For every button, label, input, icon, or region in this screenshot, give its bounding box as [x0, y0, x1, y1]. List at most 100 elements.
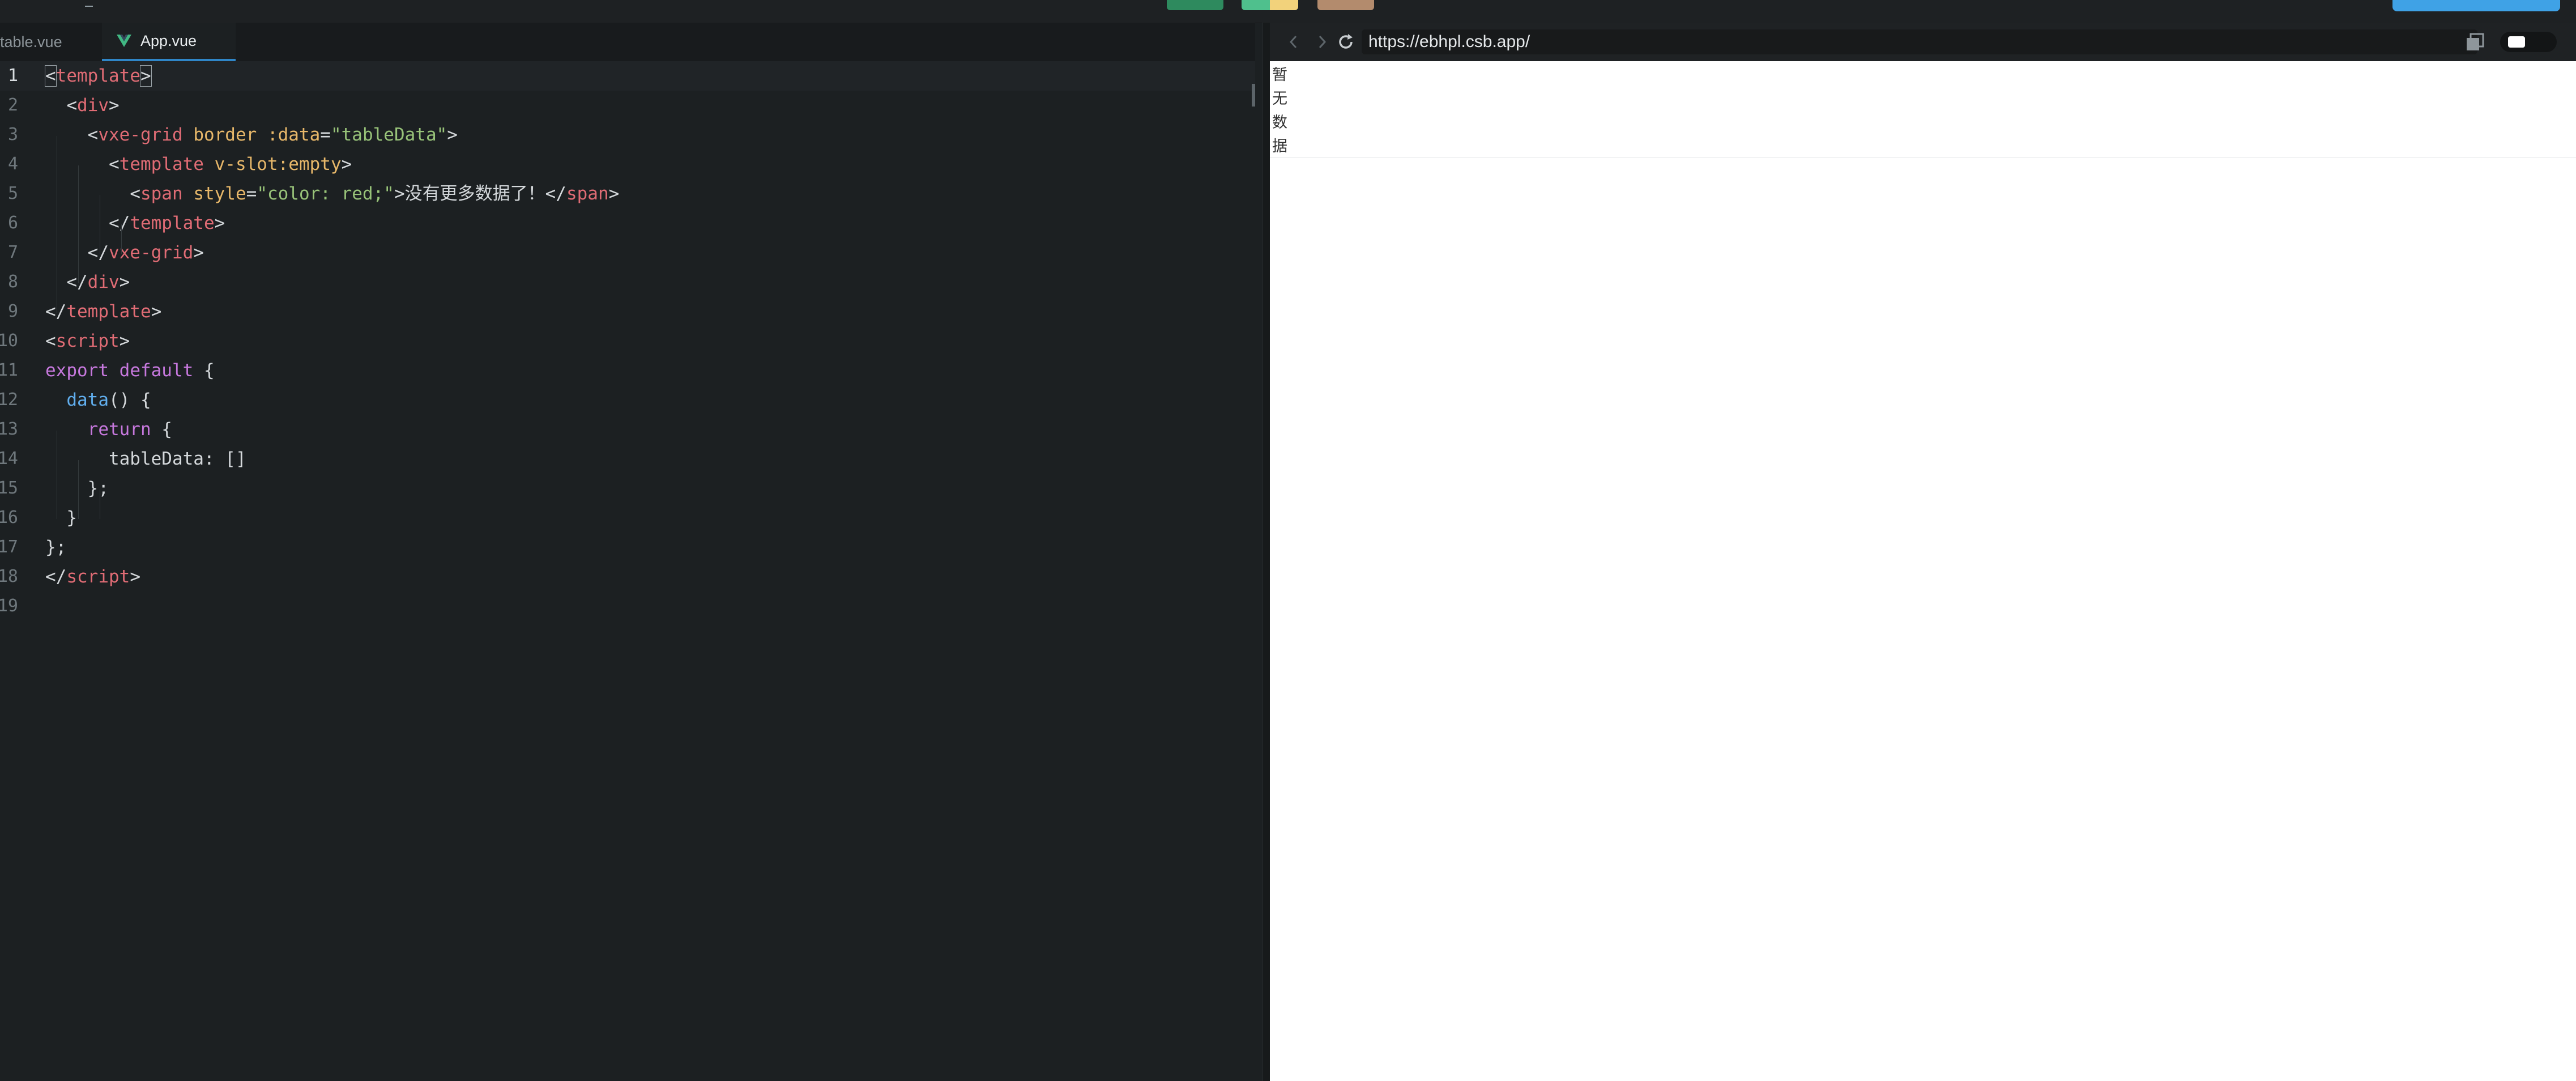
line-number: 16 [0, 508, 18, 527]
code-token: "color: red;" [257, 184, 394, 204]
code-token: export [45, 360, 109, 381]
code-token: script [56, 331, 120, 351]
line-text: export default { [45, 356, 215, 385]
code-token: :data [267, 125, 321, 145]
line-text: <div> [45, 91, 119, 120]
browser-toolbar: https://ebhpl.csb.app/ [1270, 23, 2576, 61]
code-token: > [394, 184, 405, 204]
code-line[interactable]: 16 } [0, 503, 1255, 533]
code-line[interactable]: 17}; [0, 533, 1255, 562]
code-token: > [608, 184, 620, 204]
code-line[interactable]: 3 <vxe-grid border :data="tableData"> [0, 120, 1255, 150]
code-line[interactable]: 8 </div> [0, 267, 1255, 297]
open-new-window-button[interactable] [2464, 31, 2487, 56]
code-token: template [66, 301, 151, 322]
line-text: <vxe-grid border :data="tableData"> [45, 120, 458, 150]
line-text: <template v-slot:empty> [45, 150, 352, 179]
toolbar-chip-brown[interactable] [1317, 0, 1374, 10]
line-number: 13 [0, 419, 18, 439]
code-line[interactable]: 9 </template> [0, 297, 1255, 326]
browser-preview: https://ebhpl.csb.app/ 暂无数据 [1270, 23, 2576, 1081]
code-token: > [447, 125, 458, 145]
code-line[interactable]: 15 }; [0, 474, 1255, 503]
line-text: </div> [45, 267, 130, 297]
toolbar-chip-green[interactable] [1167, 0, 1223, 10]
code-area[interactable]: 1 <template> 2 <div> 3 <vxe-grid border :da… [0, 61, 1255, 621]
preview-page: 暂无数据 [1270, 61, 2576, 1081]
code-token: </ [45, 301, 67, 322]
code-line[interactable]: 1 <template> [0, 61, 1255, 91]
code-line[interactable]: 10 <script> [0, 326, 1255, 356]
code-token: default [119, 360, 194, 381]
code-token: span [140, 184, 183, 204]
code-line[interactable]: 19 [0, 591, 1255, 621]
code-line[interactable]: 13 return { [0, 415, 1255, 444]
code-token: style [193, 184, 246, 204]
back-button[interactable] [1282, 31, 1305, 53]
code-token: border [193, 125, 257, 145]
line-text: <template> [45, 61, 152, 91]
code-token: { [151, 419, 172, 440]
pane-splitter[interactable] [1262, 23, 1270, 1081]
code-token: </ [45, 567, 67, 587]
code-token: < [45, 65, 57, 87]
line-number: 10 [0, 331, 18, 351]
code-token: vxe-grid [98, 125, 183, 145]
code-token: span [566, 184, 609, 204]
code-token: > [151, 301, 162, 322]
code-token: </ [108, 213, 130, 233]
line-number: 14 [0, 449, 18, 469]
line-number: 3 [7, 125, 18, 144]
line-text: } [45, 503, 77, 533]
tab-app-vue[interactable]: App.vue [102, 23, 236, 61]
line-number: 17 [0, 537, 18, 557]
url-text: https://ebhpl.csb.app/ [1368, 32, 1530, 51]
line-text: </script> [45, 562, 140, 591]
line-number: 5 [7, 184, 18, 203]
code-token: 没有更多数据了！ [404, 184, 545, 204]
code-token: script [66, 567, 130, 587]
editor-scrollbar-thumb[interactable] [1252, 84, 1255, 107]
code-token: () { [108, 390, 151, 410]
vue-logo-icon [117, 35, 131, 47]
code-line[interactable]: 12 data() { [0, 385, 1255, 415]
code-line[interactable]: 5 <span style="color: red;">没有更多数据了！</sp… [0, 179, 1255, 208]
url-bar[interactable]: https://ebhpl.csb.app/ [1362, 29, 2477, 54]
code-line[interactable]: 7 </vxe-grid> [0, 238, 1255, 267]
copy-window-icon [2467, 33, 2484, 50]
toolbar-chip-vue[interactable] [1242, 0, 1298, 10]
toggle-knob [2508, 36, 2525, 48]
line-number: 6 [7, 213, 18, 233]
code-token: }; [45, 537, 67, 557]
line-number: 11 [0, 360, 18, 380]
line-number: 15 [0, 478, 18, 498]
code-token: return [87, 419, 151, 440]
forward-button[interactable] [1311, 31, 1333, 53]
code-token: </ [87, 242, 109, 263]
code-line[interactable]: 14 tableData: [] [0, 444, 1255, 474]
devtools-toggle[interactable] [2500, 32, 2557, 52]
toolbar-primary-button[interactable] [2392, 0, 2560, 11]
code-line[interactable]: 6 </template> [0, 208, 1255, 238]
code-line[interactable]: 2 <div> [0, 91, 1255, 120]
code-token: } [45, 508, 77, 528]
code-line[interactable]: 11 export default { [0, 356, 1255, 385]
code-token: data [66, 390, 109, 410]
toolbar-fragment [85, 6, 93, 7]
code-token: { [193, 360, 215, 381]
code-token: > [193, 242, 204, 263]
tab-label: App.vue [140, 32, 197, 49]
code-token: < [130, 184, 140, 204]
code-token: template [56, 66, 140, 86]
code-line[interactable]: 4 <template v-slot:empty> [0, 150, 1255, 179]
reload-button[interactable] [1334, 31, 1357, 53]
code-line[interactable]: 18 </script> [0, 562, 1255, 591]
tab-table-vue[interactable]: table.vue [0, 23, 100, 61]
line-number: 19 [0, 596, 18, 616]
chevron-left-icon [1289, 35, 1297, 49]
